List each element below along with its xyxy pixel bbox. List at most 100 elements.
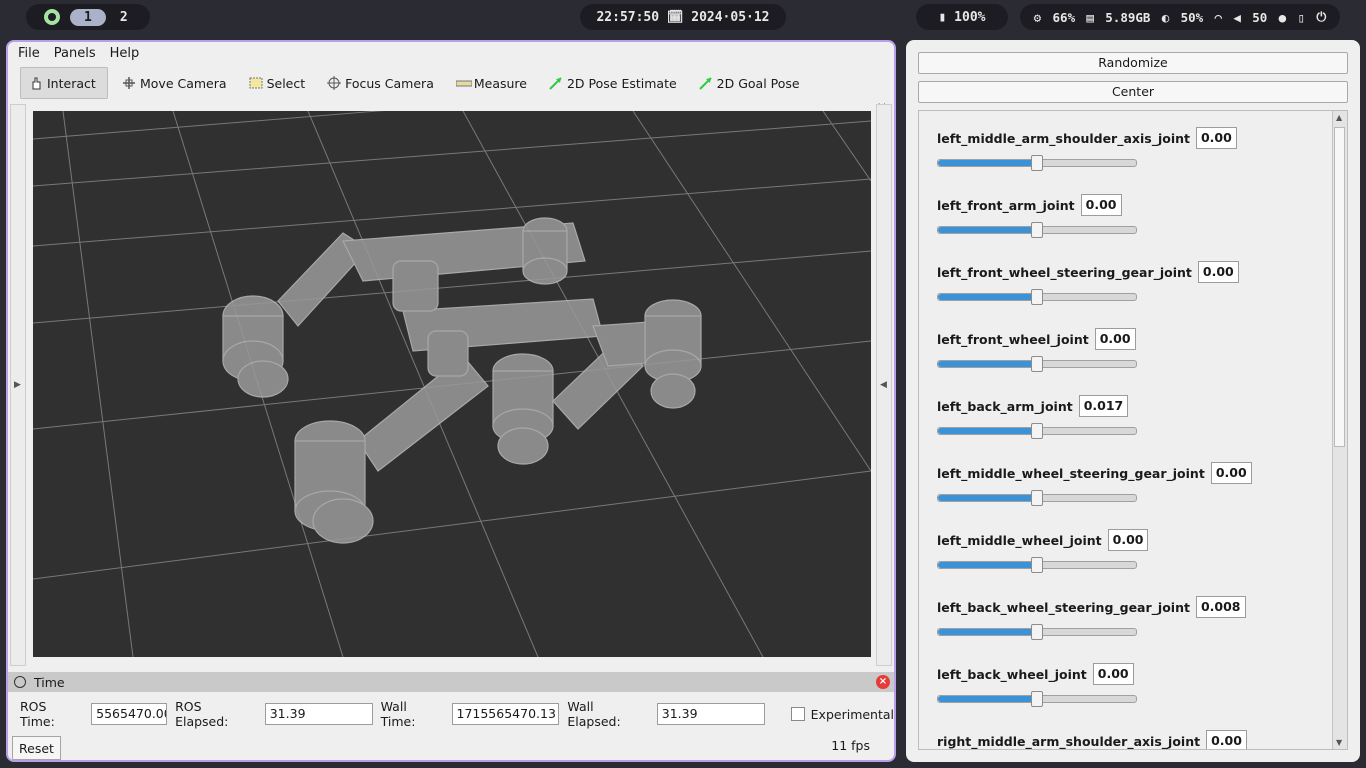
close-panel-button[interactable]: ×: [876, 675, 890, 689]
joint-value-field[interactable]: 0.00: [1195, 127, 1237, 149]
clipboard-icon[interactable]: ▯: [1298, 10, 1306, 25]
memory-usage: 5.89GB: [1105, 9, 1151, 25]
slider-handle[interactable]: [1031, 691, 1043, 707]
slider-handle[interactable]: [1031, 490, 1043, 506]
reset-button[interactable]: Reset: [12, 736, 61, 760]
wall-time-field[interactable]: 1715565470.13: [451, 703, 560, 725]
time-panel-title: Time: [34, 674, 65, 690]
joint-value-field[interactable]: 0.00: [1107, 529, 1149, 551]
joint-value-field[interactable]: 0.00: [1210, 462, 1252, 484]
joint-list-scrollbar[interactable]: ▲ ▼: [1332, 111, 1347, 749]
menu-help[interactable]: Help: [110, 46, 140, 61]
tool-2d-pose-estimate[interactable]: 2D Pose Estimate: [541, 68, 685, 98]
ros-time-field[interactable]: 5565470.00: [91, 703, 168, 725]
left-dock-toggle[interactable]: ▶: [10, 104, 26, 666]
slider-fill: [938, 160, 1037, 166]
green-arrow-icon: [698, 76, 713, 90]
scrollbar-thumb[interactable]: [1334, 127, 1345, 447]
ros-elapsed-label: ROS Elapsed:: [175, 699, 229, 729]
joint-name: left_back_wheel_steering_gear_joint: [937, 599, 1190, 615]
menu-panels[interactable]: Panels: [54, 46, 96, 61]
slider-handle[interactable]: [1031, 222, 1043, 238]
ros-time-label: ROS Time:: [20, 699, 55, 729]
scroll-up-icon[interactable]: ▲: [1336, 113, 1342, 122]
checkbox-box[interactable]: [790, 707, 805, 721]
slider-handle[interactable]: [1031, 155, 1043, 171]
joint-value-field[interactable]: 0.008: [1195, 596, 1246, 618]
fps-readout: 11 fps: [831, 738, 870, 753]
3d-render-viewport[interactable]: [33, 111, 871, 657]
joint-row: left_back_wheel_steering_gear_joint 0.008: [937, 596, 1246, 640]
cpu-icon: ⚙: [1033, 9, 1042, 25]
wall-elapsed-field[interactable]: 31.39: [656, 703, 765, 725]
tool-select[interactable]: Select: [241, 68, 314, 98]
joint-value-field[interactable]: 0.00: [1080, 194, 1122, 216]
slider-fill: [938, 227, 1037, 233]
arrow-right-icon: ▶: [14, 380, 21, 390]
tool-label: Measure: [473, 75, 527, 91]
center-button[interactable]: Center: [918, 81, 1348, 103]
slider-handle[interactable]: [1031, 289, 1043, 305]
joint-name: left_middle_arm_shoulder_axis_joint: [937, 130, 1190, 146]
tool-label: 2D Pose Estimate: [566, 75, 677, 91]
wifi-icon[interactable]: ◠: [1215, 10, 1223, 25]
tool-focus-camera[interactable]: Focus Camera: [319, 68, 442, 98]
tool-label: Focus Camera: [345, 75, 434, 91]
randomize-button[interactable]: Randomize: [918, 52, 1348, 74]
slider-handle[interactable]: [1031, 423, 1043, 439]
tool-move-camera[interactable]: Move Camera: [114, 68, 235, 98]
ros-elapsed-field[interactable]: 31.39: [264, 703, 373, 725]
workspace-1[interactable]: 1: [70, 8, 106, 26]
joint-value-field[interactable]: 0.00: [1206, 730, 1247, 749]
experimental-label: Experimental: [810, 706, 895, 722]
slider-fill: [938, 361, 1037, 367]
green-arrow-icon: [549, 76, 563, 90]
joint-slider[interactable]: [937, 691, 1137, 707]
joint-list: ▲ ▼ left_middle_arm_shoulder_axis_joint 0…: [918, 110, 1348, 750]
wall-elapsed-label: Wall Elapsed:: [567, 699, 621, 729]
joint-slider[interactable]: [937, 557, 1137, 573]
joint-slider[interactable]: [937, 356, 1137, 372]
scroll-down-icon[interactable]: ▼: [1336, 738, 1342, 747]
joint-value-field[interactable]: 0.00: [1092, 663, 1134, 685]
right-dock-toggle[interactable]: ◀: [876, 104, 892, 666]
slider-handle[interactable]: [1031, 624, 1043, 640]
tool-measure[interactable]: Measure: [448, 68, 535, 98]
joint-slider[interactable]: [937, 155, 1137, 171]
distro-logo-icon[interactable]: [44, 9, 60, 25]
tool-2d-goal-pose[interactable]: 2D Goal Pose: [691, 68, 808, 98]
disk-usage: 50%: [1180, 9, 1204, 25]
slider-fill: [938, 696, 1037, 702]
joint-name: left_back_arm_joint: [937, 398, 1073, 414]
battery-indicator: ▮ 100%: [916, 4, 1008, 30]
slider-handle[interactable]: [1031, 557, 1043, 573]
focus-camera-icon: [327, 76, 342, 90]
slider-fill: [938, 495, 1037, 501]
joint-row: left_front_arm_joint 0.00: [937, 194, 1137, 238]
joint-slider[interactable]: [937, 490, 1137, 506]
microphone-icon[interactable]: ●: [1279, 10, 1287, 25]
joint-name: left_back_wheel_joint: [937, 666, 1087, 682]
joint-value-field[interactable]: 0.017: [1078, 395, 1129, 417]
experimental-checkbox[interactable]: Experimental: [790, 706, 895, 722]
joint-value-field[interactable]: 0.00: [1094, 328, 1136, 350]
clock-icon: [14, 676, 26, 688]
joint-slider[interactable]: [937, 289, 1137, 305]
power-icon[interactable]: ⏻: [1316, 9, 1326, 25]
joint-slider[interactable]: [937, 624, 1137, 640]
joint-name: left_front_wheel_steering_gear_joint: [937, 264, 1192, 280]
move-camera-icon: [122, 76, 136, 90]
ruler-icon: [455, 76, 473, 90]
workspace-2[interactable]: 2: [116, 10, 132, 25]
tool-label: Move Camera: [140, 75, 227, 91]
joint-slider[interactable]: [937, 423, 1137, 439]
menu-file[interactable]: File: [18, 46, 40, 61]
volume-icon[interactable]: ◀: [1233, 10, 1241, 25]
joint-row: left_middle_wheel_joint 0.00: [937, 529, 1149, 573]
joint-slider[interactable]: [937, 222, 1137, 238]
slider-handle[interactable]: [1031, 356, 1043, 372]
joint-value-field[interactable]: 0.00: [1197, 261, 1239, 283]
slider-fill: [938, 629, 1037, 635]
rviz-window: File Panels Help Interact Move Camera Se…: [6, 40, 896, 762]
tool-interact[interactable]: Interact: [20, 67, 108, 99]
